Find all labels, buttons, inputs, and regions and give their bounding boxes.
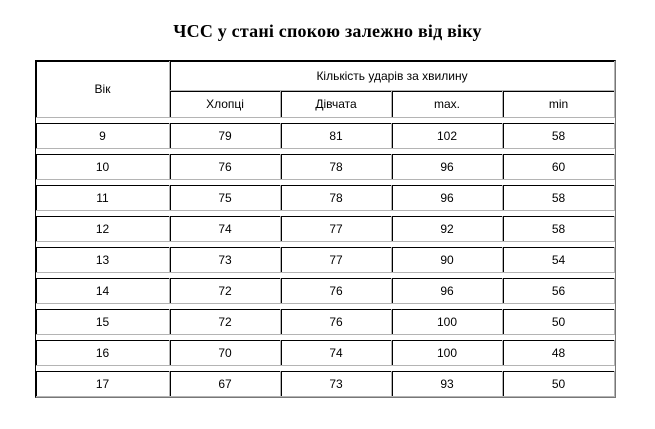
table-row: 11 75 78 96 58 — [36, 185, 616, 211]
min-cell: 50 — [503, 371, 616, 397]
table-row: 15 72 76 100 50 — [36, 309, 616, 335]
table-header: Вік Кількість ударів за хвилину Хлопці Д… — [36, 61, 616, 118]
age-cell: 15 — [36, 309, 170, 335]
beats-per-minute-group-header: Кількість ударів за хвилину — [170, 61, 616, 91]
min-cell: 50 — [503, 309, 616, 335]
girls-cell: 77 — [281, 216, 392, 242]
max-cell: 96 — [392, 185, 503, 211]
age-column-header: Вік — [36, 61, 170, 118]
max-cell: 100 — [392, 309, 503, 335]
max-cell: 90 — [392, 247, 503, 273]
min-cell: 58 — [503, 185, 616, 211]
age-cell: 12 — [36, 216, 170, 242]
boys-cell: 79 — [170, 123, 281, 149]
max-cell: 96 — [392, 278, 503, 304]
girls-cell: 76 — [281, 309, 392, 335]
max-column-header: max. — [392, 91, 503, 118]
heart-rate-table: Вік Кількість ударів за хвилину Хлопці Д… — [35, 60, 617, 398]
age-cell: 9 — [36, 123, 170, 149]
age-cell: 17 — [36, 371, 170, 397]
boys-cell: 67 — [170, 371, 281, 397]
max-cell: 96 — [392, 154, 503, 180]
boys-cell: 72 — [170, 278, 281, 304]
boys-cell: 74 — [170, 216, 281, 242]
min-cell: 58 — [503, 216, 616, 242]
table-row: 9 79 81 102 58 — [36, 123, 616, 149]
boys-cell: 73 — [170, 247, 281, 273]
max-cell: 100 — [392, 340, 503, 366]
age-cell: 11 — [36, 185, 170, 211]
girls-cell: 77 — [281, 247, 392, 273]
table-row: 10 76 78 96 60 — [36, 154, 616, 180]
boys-cell: 76 — [170, 154, 281, 180]
girls-cell: 78 — [281, 185, 392, 211]
min-cell: 54 — [503, 247, 616, 273]
boys-column-header: Хлопці — [170, 91, 281, 118]
min-cell: 48 — [503, 340, 616, 366]
header-row-1: Вік Кількість ударів за хвилину — [36, 61, 616, 118]
max-cell: 92 — [392, 216, 503, 242]
table-row: 13 73 77 90 54 — [36, 247, 616, 273]
min-cell: 60 — [503, 154, 616, 180]
age-cell: 16 — [36, 340, 170, 366]
min-cell: 56 — [503, 278, 616, 304]
girls-cell: 78 — [281, 154, 392, 180]
boys-cell: 70 — [170, 340, 281, 366]
table-row: 17 67 73 93 50 — [36, 371, 616, 397]
table-body: 9 79 81 102 58 10 76 78 96 60 11 75 78 96 58 12 74 77 92 58… — [36, 118, 616, 397]
page-title: ЧСС у стані спокою залежно від віку — [173, 21, 482, 41]
max-cell: 102 — [392, 123, 503, 149]
min-column-header: min — [503, 91, 616, 118]
max-cell: 93 — [392, 371, 503, 397]
girls-cell: 73 — [281, 371, 392, 397]
table-row: 16 70 74 100 48 — [36, 340, 616, 366]
girls-column-header: Дівчата — [281, 91, 392, 118]
girls-cell: 81 — [281, 123, 392, 149]
age-cell: 10 — [36, 154, 170, 180]
girls-cell: 76 — [281, 278, 392, 304]
girls-cell: 74 — [281, 340, 392, 366]
boys-cell: 72 — [170, 309, 281, 335]
age-cell: 14 — [36, 278, 170, 304]
min-cell: 58 — [503, 123, 616, 149]
boys-cell: 75 — [170, 185, 281, 211]
age-cell: 13 — [36, 247, 170, 273]
table-row: 14 72 76 96 56 — [36, 278, 616, 304]
table-row: 12 74 77 92 58 — [36, 216, 616, 242]
